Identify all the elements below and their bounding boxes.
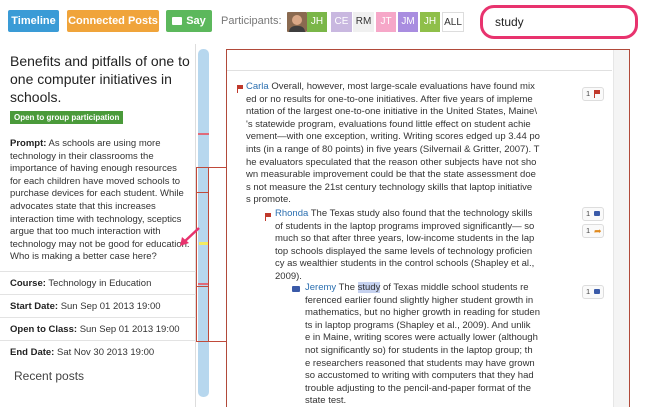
start-date-value: Sun Sep 01 2013 19:00 — [60, 301, 161, 312]
post-line: ferenced earlier found slightly higher s… — [305, 294, 534, 306]
end-date-value: Sat Nov 30 2013 19:00 — [56, 347, 155, 358]
flag-icon — [594, 90, 601, 98]
reply-count: 1 — [586, 226, 591, 235]
reply-arrow-icon: ➦ — [594, 226, 602, 236]
discussion-prompt: Prompt: As schools are using more techno… — [10, 138, 190, 264]
comment-icon — [594, 289, 600, 294]
post-line: wn measurable improvement could be that … — [246, 169, 536, 181]
post-line: he evaluators speculated that the reason… — [246, 156, 537, 168]
participant-chip-all[interactable]: ALL — [442, 12, 464, 32]
viewport-divider — [197, 286, 209, 287]
end-date-label: End Date: — [10, 347, 55, 358]
post-author[interactable]: Jeremy — [305, 282, 336, 293]
post-line: s not measure the 21st century technolog… — [246, 181, 533, 193]
participant-chip-jt[interactable]: JT — [376, 12, 396, 32]
connector-line — [209, 341, 227, 342]
post-line: Rhonda The Texas study also found that t… — [275, 208, 585, 221]
discussion-title: Benefits and pitfalls of one to one comp… — [10, 53, 190, 105]
strip-marker — [198, 133, 209, 135]
comment-count: 1 — [586, 209, 591, 218]
post-line: state test. — [305, 395, 347, 407]
comment-count-badge[interactable]: 1 — [582, 285, 604, 299]
open-participation-badge: Open to group participation — [10, 111, 124, 124]
post-text: Overall, however, most large-scale evalu… — [268, 81, 535, 92]
comment-icon — [594, 211, 600, 216]
top-toolbar: Timeline Connected Posts Say Participant… — [0, 0, 650, 44]
participant-chip-rm[interactable]: RM — [353, 12, 374, 32]
viewport-divider — [197, 192, 209, 193]
speech-bubble-icon — [292, 286, 300, 292]
timeline-button[interactable]: Timeline — [8, 10, 59, 32]
say-label: Say — [186, 15, 206, 27]
end-date-row: End Date: Sat Nov 30 2013 19:00 — [0, 340, 196, 363]
post-jeremy[interactable]: Jeremy The study of Texas middle school … — [305, 282, 585, 407]
post-rhonda[interactable]: Rhonda The Texas study also found that t… — [275, 208, 585, 284]
flag-count: 1 — [586, 89, 591, 98]
post-line: not significantly so) for students in th… — [305, 344, 533, 356]
search-input[interactable] — [495, 13, 625, 31]
course-label: Course: — [10, 278, 46, 289]
post-line: 's statewide program, evaluations found … — [246, 118, 531, 130]
post-carla[interactable]: Carla Overall, however, most large-scale… — [246, 81, 586, 207]
connector-line — [209, 167, 227, 168]
prompt-label: Prompt: — [10, 138, 47, 149]
comment-count-badge[interactable]: 1 — [582, 207, 604, 221]
reply-count-badge[interactable]: 1 ➦ — [582, 224, 604, 238]
post-line: ts in laptop programs (Shapley et al., 2… — [305, 319, 531, 331]
participant-chip-jh[interactable]: JH — [307, 12, 327, 32]
post-line: e researchers reasoned that students may… — [305, 357, 535, 369]
flag-count-badge[interactable]: 1 — [582, 87, 604, 101]
app-root: Timeline Connected Posts Say Participant… — [0, 0, 650, 407]
post-text: The Texas study also found that the tech… — [308, 208, 533, 219]
connected-posts-button[interactable]: Connected Posts — [67, 10, 159, 32]
post-line: ntation of the largest one-to-one initia… — [246, 106, 537, 118]
post-line: trouble adjusting to the pencil-and-pape… — [305, 382, 532, 394]
flag-icon — [265, 213, 272, 221]
post-line: Jeremy The study of Texas middle school … — [305, 282, 585, 295]
post-line: ed or no results for one-to-one initiati… — [246, 93, 533, 105]
start-date-label: Start Date: — [10, 301, 59, 312]
post-author[interactable]: Carla — [246, 81, 269, 92]
search-box — [480, 5, 638, 39]
speech-bubble-icon — [172, 17, 183, 25]
course-value: Technology in Education — [48, 278, 152, 289]
say-button[interactable]: Say — [166, 10, 212, 32]
open-date-row: Open to Class: Sun Sep 01 2013 19:00 — [0, 317, 196, 340]
discussion-info-panel: Benefits and pitfalls of one to one comp… — [0, 44, 196, 407]
comment-count: 1 — [586, 287, 591, 296]
post-line: s promote. — [246, 194, 291, 206]
flag-icon — [237, 85, 244, 93]
post-line: mathematics, but no higher growth in rea… — [305, 307, 540, 319]
search-highlight: study — [357, 282, 381, 293]
post-line: e in Maine, writing scores were actually… — [305, 332, 538, 344]
post-line: of students in the laptop programs impro… — [275, 220, 535, 232]
posts-scrollbar[interactable] — [613, 50, 629, 407]
post-line: top schools displayed the same levels of… — [275, 245, 533, 257]
post-text: of Texas middle school students re — [380, 282, 529, 293]
post-line: vement—with one exception, writing. Writ… — [246, 131, 540, 143]
post-line: so accustomed to writing with computers … — [305, 370, 534, 382]
open-date-label: Open to Class: — [10, 324, 78, 335]
post-line: cy as wealthier students in the control … — [275, 258, 535, 270]
open-date-value: Sun Sep 01 2013 19:00 — [79, 324, 180, 335]
posts-panel: Carla Overall, however, most large-scale… — [226, 49, 630, 407]
post-line: ints (in a range of 80 points) in five y… — [246, 143, 540, 155]
post-author[interactable]: Rhonda — [275, 208, 308, 219]
timeline-viewport[interactable] — [196, 167, 209, 342]
divider — [227, 70, 612, 71]
user-avatar[interactable] — [287, 12, 307, 32]
pointer-arrow-icon — [180, 227, 200, 246]
participant-chip-jm[interactable]: JM — [398, 12, 418, 32]
course-row: Course: Technology in Education — [0, 271, 196, 294]
prompt-text: As schools are using more technology in … — [10, 138, 190, 263]
post-line: Carla Overall, however, most large-scale… — [246, 81, 586, 94]
start-date-row: Start Date: Sun Sep 01 2013 19:00 — [0, 294, 196, 317]
participants-label: Participants: — [221, 15, 282, 27]
recent-posts-heading[interactable]: Recent posts — [14, 369, 84, 383]
participant-chip-ce[interactable]: CE — [331, 12, 352, 32]
post-line: much so that after three years, low-inco… — [275, 233, 535, 245]
participant-chip-jh-2[interactable]: JH — [420, 12, 440, 32]
post-text: The — [336, 282, 358, 293]
